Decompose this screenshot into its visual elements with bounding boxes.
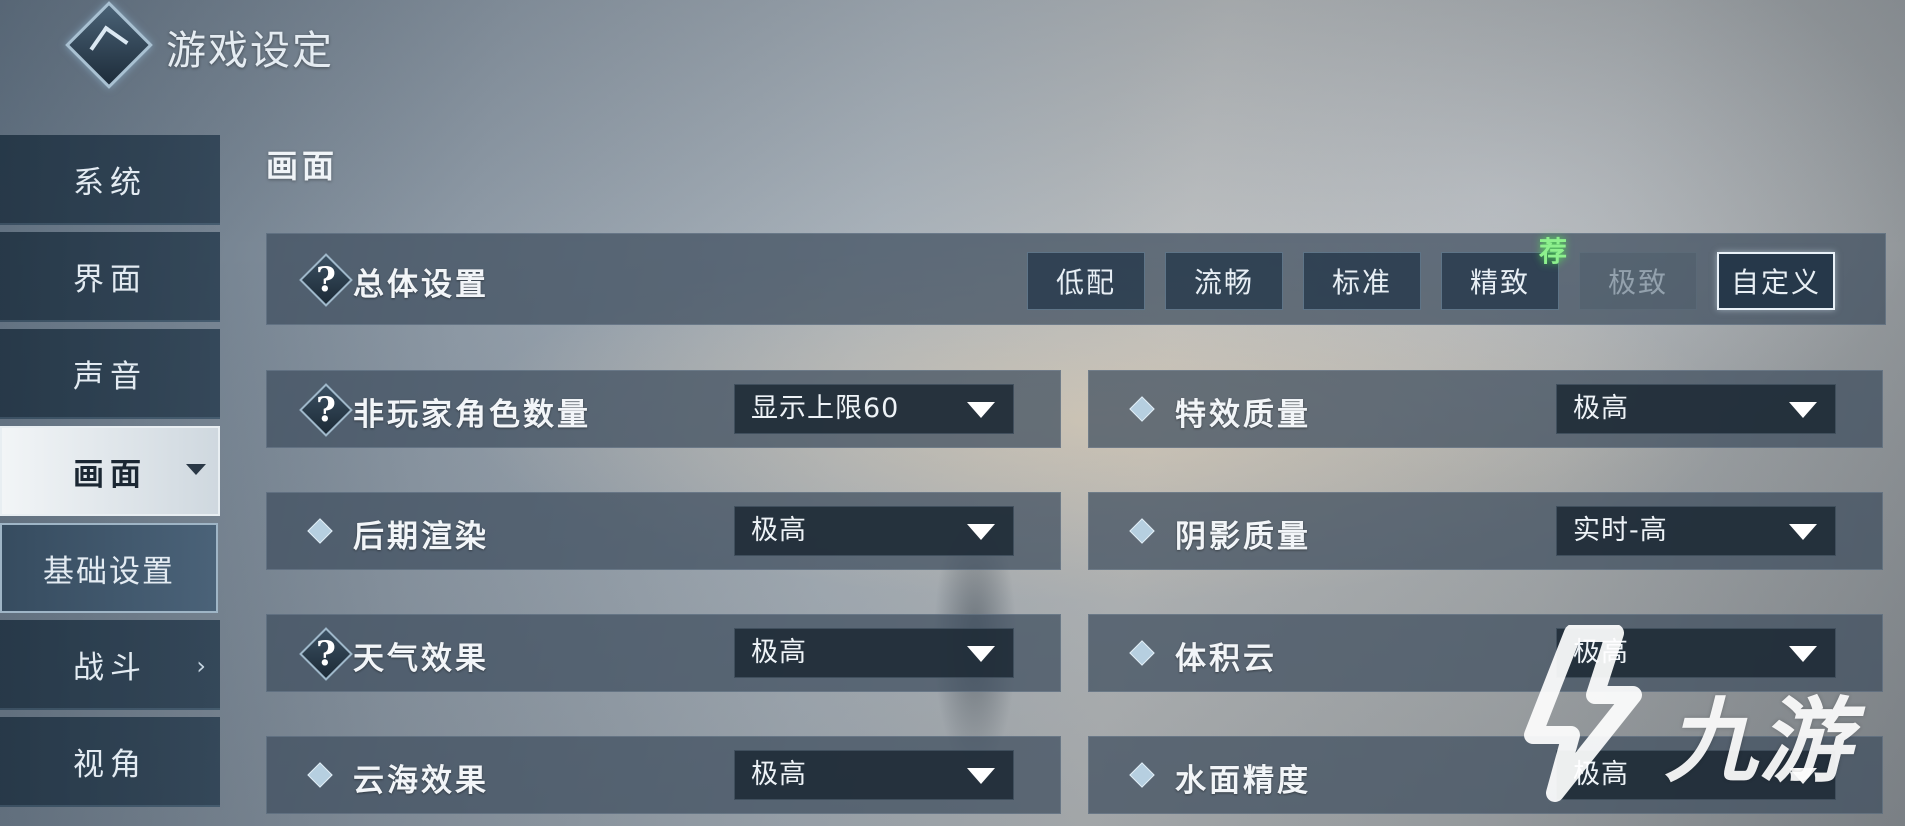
chevron-down-icon [186, 464, 206, 475]
question-mark-glyph: ? [316, 390, 336, 430]
post-processing-dropdown[interactable]: 极高 [734, 506, 1014, 556]
dropdown-arrow-icon [1789, 402, 1817, 418]
dropdown-value: 实时-高 [1573, 515, 1668, 546]
dropdown-arrow-icon [1789, 524, 1817, 540]
sidebar-item-label: 战斗 [73, 649, 147, 686]
preset-label: 极致 [1607, 266, 1668, 299]
diamond-bullet-icon [1129, 518, 1155, 544]
watermark: 九游 [1515, 625, 1895, 825]
dropdown-value: 显示上限60 [751, 393, 900, 424]
question-mark-glyph: ? [316, 634, 336, 674]
setting-label: 体积云 [1175, 641, 1277, 677]
page-title: 游戏设定 [166, 28, 334, 74]
setting-row-cloud-sea: 云海效果 极高 [266, 736, 1061, 814]
sidebar-item-camera[interactable]: 视角 [0, 717, 220, 807]
shadow-quality-dropdown[interactable]: 实时-高 [1556, 506, 1836, 556]
dropdown-value: 极高 [1573, 393, 1629, 424]
setting-row-npc-count: ? 非玩家角色数量 显示上限60 [266, 370, 1061, 448]
preset-label: 自定义 [1730, 266, 1821, 299]
section-title: 画面 [266, 147, 339, 185]
setting-label: 水面精度 [1175, 763, 1311, 799]
preset-standard-button[interactable]: 标准 [1303, 252, 1421, 310]
sidebar-item-label: 界面 [73, 261, 147, 298]
overall-settings-row: ? 总体设置 低配 流畅 标准 精致 荐 极致 自定义 [266, 233, 1886, 325]
setting-row-weather-effects: ? 天气效果 极高 [266, 614, 1061, 692]
dropdown-arrow-icon [967, 646, 995, 662]
sidebar-item-graphics[interactable]: 画面 [0, 426, 220, 516]
recommend-badge: 荐 [1539, 235, 1568, 268]
diamond-logo-icon [65, 1, 153, 89]
setting-label: 云海效果 [353, 763, 489, 799]
sidebar-item-interface[interactable]: 界面 [0, 232, 220, 322]
watermark-logo-icon [1524, 625, 1642, 802]
preset-label: 精致 [1469, 266, 1530, 299]
diamond-bullet-icon [307, 762, 333, 788]
question-mark-glyph: ? [316, 260, 336, 300]
effects-quality-dropdown[interactable]: 极高 [1556, 384, 1836, 434]
setting-row-shadow-quality: 阴影质量 实时-高 [1088, 492, 1883, 570]
dropdown-value: 极高 [751, 637, 807, 668]
sidebar-item-label: 基础设置 [43, 553, 175, 590]
overall-settings-label: 总体设置 [353, 267, 489, 303]
cloud-sea-dropdown[interactable]: 极高 [734, 750, 1014, 800]
sidebar-item-system[interactable]: 系统 [0, 135, 220, 225]
sidebar-item-label: 声音 [73, 358, 147, 395]
sidebar-subitem-basic-settings[interactable]: 基础设置 [0, 523, 218, 613]
sidebar-item-label: 视角 [73, 746, 147, 783]
sidebar-item-sound[interactable]: 声音 [0, 329, 220, 419]
dropdown-value: 极高 [751, 515, 807, 546]
dropdown-arrow-icon [967, 524, 995, 540]
diamond-bullet-icon [307, 518, 333, 544]
setting-label: 阴影质量 [1175, 519, 1311, 555]
header: 游戏设定 [0, 0, 420, 110]
setting-row-effects-quality: 特效质量 极高 [1088, 370, 1883, 448]
npc-count-dropdown[interactable]: 显示上限60 [734, 384, 1014, 434]
preset-custom-button[interactable]: 自定义 [1717, 252, 1835, 310]
setting-label: 天气效果 [353, 641, 489, 677]
preset-ultimate-button[interactable]: 极致 [1579, 252, 1697, 310]
preset-label: 标准 [1331, 266, 1392, 299]
sidebar-item-label: 画面 [73, 456, 147, 493]
setting-label: 后期渲染 [353, 519, 489, 555]
diamond-bullet-icon [1129, 762, 1155, 788]
dropdown-arrow-icon [967, 402, 995, 418]
setting-label: 非玩家角色数量 [353, 397, 591, 433]
setting-label: 特效质量 [1175, 397, 1311, 433]
sidebar-item-label: 系统 [73, 164, 147, 201]
dropdown-arrow-icon [967, 768, 995, 784]
weather-effects-dropdown[interactable]: 极高 [734, 628, 1014, 678]
watermark-text: 九游 [1665, 688, 1854, 795]
preset-label: 低配 [1055, 266, 1116, 299]
sidebar-item-combat[interactable]: 战斗 › [0, 620, 220, 710]
setting-row-post-processing: 后期渲染 极高 [266, 492, 1061, 570]
chevron-right-icon: › [196, 652, 206, 680]
preset-smooth-button[interactable]: 流畅 [1165, 252, 1283, 310]
dropdown-value: 极高 [751, 759, 807, 790]
preset-low-button[interactable]: 低配 [1027, 252, 1145, 310]
diamond-bullet-icon [1129, 396, 1155, 422]
preset-label: 流畅 [1193, 266, 1254, 299]
diamond-bullet-icon [1129, 640, 1155, 666]
